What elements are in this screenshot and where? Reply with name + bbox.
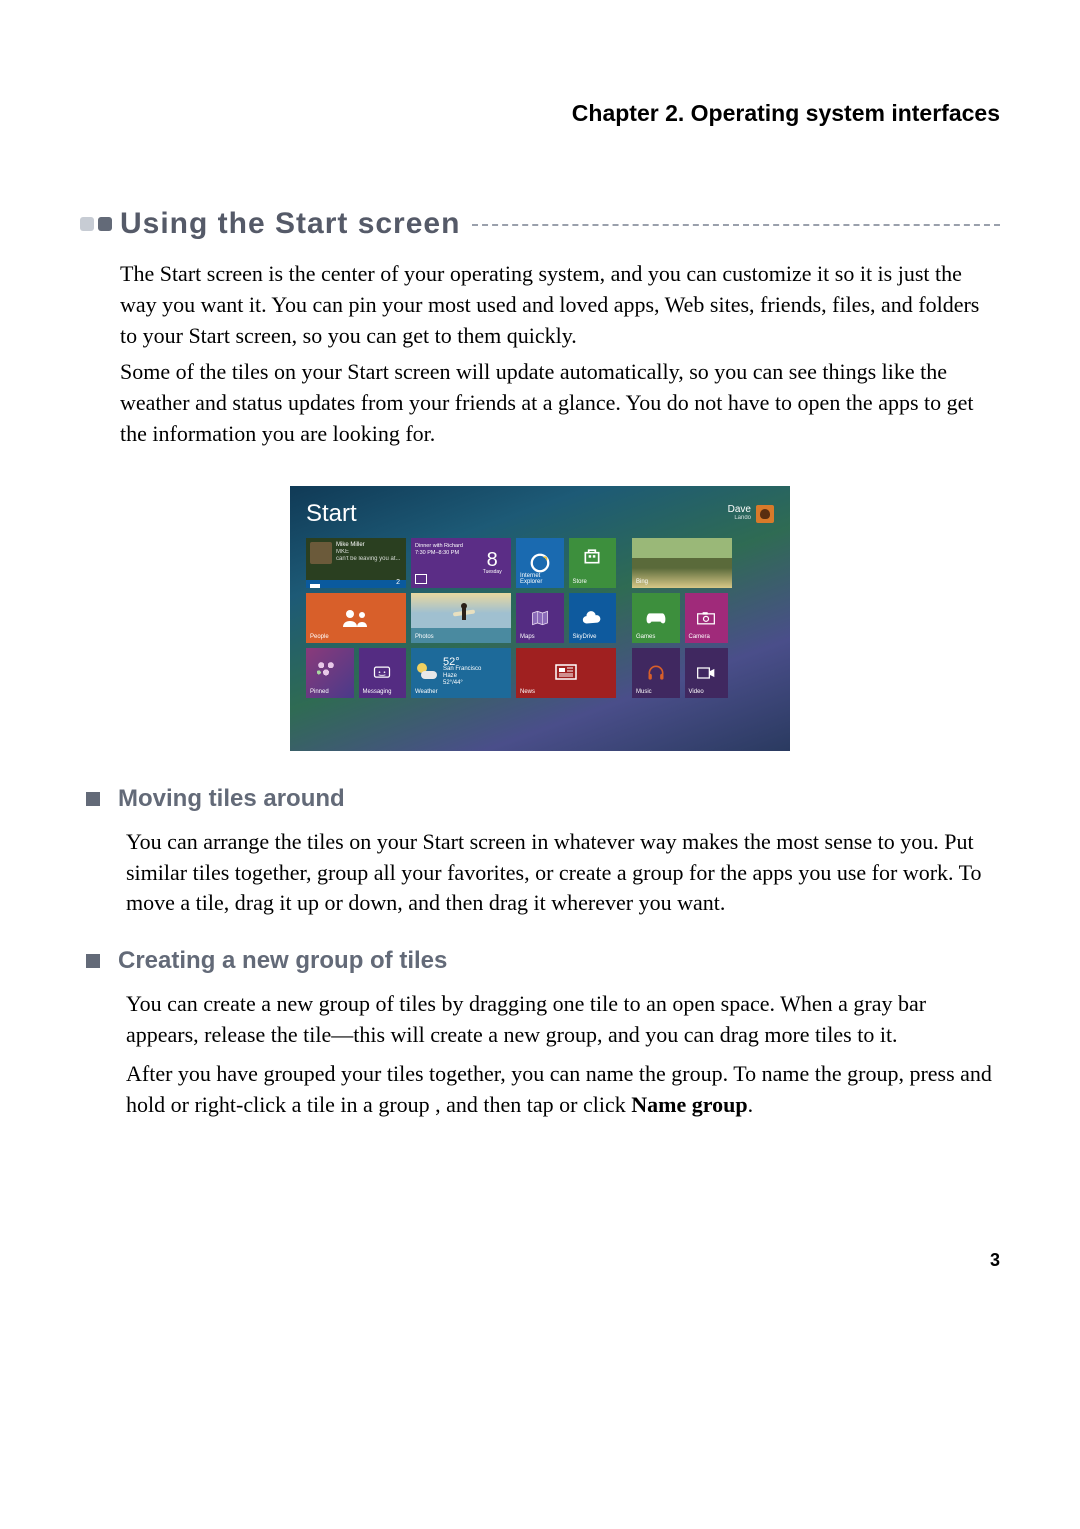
- camera-tile: Camera: [685, 593, 728, 643]
- subsection-bullet-icon: [86, 954, 100, 968]
- section-bullet-icon: [80, 217, 112, 231]
- start-label: Start: [306, 500, 357, 528]
- subsection-title: Moving tiles around: [118, 785, 345, 813]
- people-tile: People: [306, 593, 406, 643]
- messaging-icon: [372, 663, 392, 683]
- mail-line2: can't be leaving you at...: [336, 556, 401, 563]
- section-dash-line: [472, 224, 1000, 226]
- user-avatar-icon: [756, 505, 774, 523]
- pinned-tile: Pinned: [306, 648, 354, 698]
- camera-label: Camera: [689, 634, 710, 640]
- news-label: News: [520, 689, 535, 695]
- subsection-moving-tiles: Moving tiles around You can arrange the …: [86, 785, 1000, 919]
- bing-tile: Bing: [632, 538, 732, 588]
- store-label: Store: [573, 579, 587, 585]
- people-label: People: [310, 634, 329, 640]
- cal-time: 7:30 PM–8:30 PM: [415, 550, 469, 557]
- subsection-header-row: Moving tiles around: [86, 785, 1000, 813]
- weather-temp: 52°: [443, 659, 481, 666]
- flower-icon: [314, 658, 338, 682]
- weather-cond2: 52°/44°: [443, 680, 481, 687]
- user-sub: Lando: [728, 514, 751, 522]
- page-number: 3: [80, 1250, 1000, 1271]
- para2-bold: Name group: [631, 1092, 747, 1117]
- games-tile: Games: [632, 593, 680, 643]
- chapter-heading: Chapter 2. Operating system interfaces: [80, 100, 1000, 127]
- news-icon: [554, 663, 578, 683]
- games-label: Games: [636, 634, 655, 640]
- mail-badge: 2: [396, 579, 400, 586]
- subsection-title: Creating a new group of tiles: [118, 947, 447, 975]
- user-account: DaveLando: [728, 505, 774, 523]
- camera-icon: [696, 610, 716, 626]
- maps-label: Maps: [520, 634, 535, 640]
- tile-group-2: Bing Games Camera: [632, 538, 732, 698]
- cal-event: Dinner with Richard: [415, 543, 469, 550]
- start-header: Start DaveLando: [306, 500, 774, 528]
- mail-contact-name: Mike Miller: [336, 542, 401, 549]
- skydrive-tile: SkyDrive: [569, 593, 617, 643]
- bullet-square-light: [80, 217, 94, 231]
- contact-photo-icon: [310, 542, 332, 564]
- messaging-label: Messaging: [363, 689, 392, 695]
- intro-paragraph-1: The Start screen is the center of your o…: [120, 259, 1000, 351]
- maps-tile: Maps: [516, 593, 564, 643]
- calendar-tile: Dinner with Richard7:30 PM–8:30 PM 8Tues…: [411, 538, 511, 588]
- calendar-icon: [415, 574, 427, 584]
- skydrive-label: SkyDrive: [573, 634, 597, 640]
- user-name-block: DaveLando: [728, 506, 751, 522]
- subsection-header-row: Creating a new group of tiles: [86, 947, 1000, 975]
- weather-tile: 52°San FranciscoHaze52°/44° Weather: [411, 648, 511, 698]
- messaging-tile: Messaging: [359, 648, 407, 698]
- music-label: Music: [636, 689, 652, 695]
- mail-tile: Mike MillerMKEcan't be leaving you at...…: [306, 538, 406, 588]
- photos-label: Photos: [415, 634, 434, 640]
- video-icon: [696, 665, 716, 681]
- weather-icon: [417, 663, 437, 683]
- mail-line1: MKE: [336, 549, 401, 556]
- para2-run-a: After you have grouped your tiles togeth…: [126, 1061, 992, 1117]
- subsection-creating-group: Creating a new group of tiles You can cr…: [86, 947, 1000, 1120]
- cal-day-number: 8: [487, 551, 498, 569]
- subsection-paragraph: You can arrange the tiles on your Start …: [126, 827, 1000, 919]
- ie-label: Internet Explorer: [520, 573, 564, 585]
- cal-day-name: Tuesday: [483, 569, 502, 575]
- screenshot-figure-wrap: Start DaveLando Mike MillerMKEcan't be l…: [80, 486, 1000, 751]
- weather-city: San Francisco: [443, 666, 481, 673]
- weather-label: Weather: [415, 689, 438, 695]
- video-label: Video: [689, 689, 704, 695]
- news-tile: News: [516, 648, 616, 698]
- photos-tile: Photos: [411, 593, 511, 643]
- subsection-bullet-icon: [86, 792, 100, 806]
- bullet-square-dark: [98, 217, 112, 231]
- para2-run-c: .: [748, 1092, 754, 1117]
- subsection-paragraph-2: After you have grouped your tiles togeth…: [126, 1059, 1000, 1121]
- section-title: Using the Start screen: [120, 207, 460, 241]
- xbox-controller-icon: [645, 610, 667, 626]
- document-page: Chapter 2. Operating system interfaces U…: [0, 0, 1080, 1331]
- intro-paragraph-2: Some of the tiles on your Start screen w…: [120, 357, 1000, 449]
- section-header-row: Using the Start screen: [80, 207, 1000, 241]
- tile-group-1: Mike MillerMKEcan't be leaving you at...…: [306, 538, 616, 698]
- pinned-label: Pinned: [310, 689, 329, 695]
- music-tile: Music: [632, 648, 680, 698]
- video-tile: Video: [685, 648, 728, 698]
- weather-cond1: Haze: [443, 673, 481, 680]
- cloud-icon: [581, 610, 603, 626]
- start-screen-screenshot: Start DaveLando Mike MillerMKEcan't be l…: [290, 486, 790, 751]
- bing-label: Bing: [636, 579, 648, 585]
- internet-explorer-icon: [529, 552, 551, 574]
- ie-tile: Internet Explorer: [516, 538, 564, 588]
- maps-icon: [530, 608, 550, 628]
- subsection-paragraph-1: You can create a new group of tiles by d…: [126, 989, 1000, 1051]
- surfer-icon: [459, 603, 471, 627]
- store-tile: Store: [569, 538, 617, 588]
- headphones-icon: [646, 663, 666, 683]
- tile-groups: Mike MillerMKEcan't be leaving you at...…: [306, 538, 774, 698]
- people-icon: [341, 607, 371, 629]
- store-icon: [582, 546, 602, 566]
